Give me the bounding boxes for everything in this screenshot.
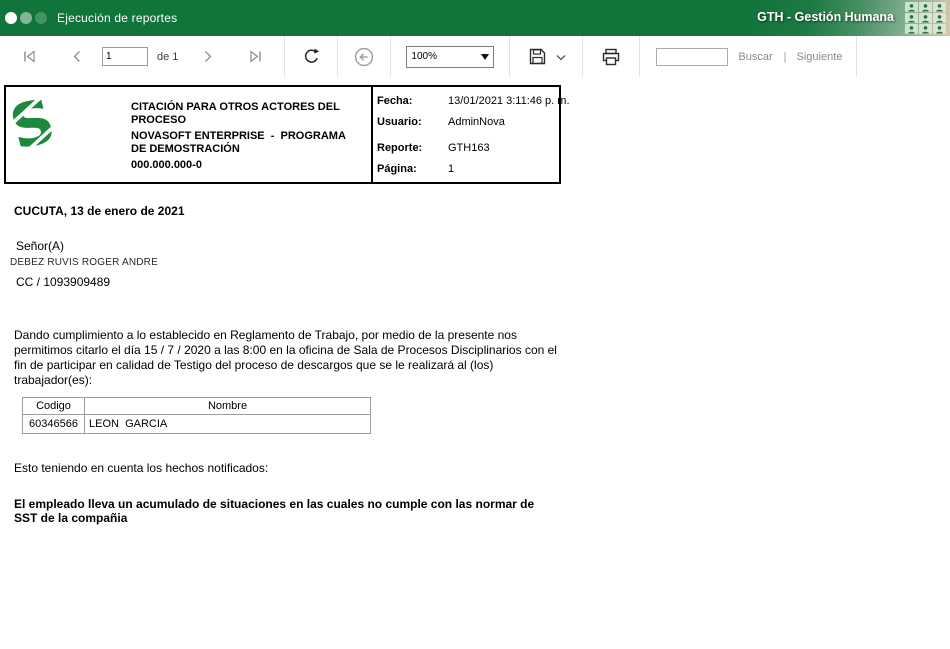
find-separator: | <box>783 50 787 63</box>
find-link[interactable]: Buscar <box>738 51 772 63</box>
person-icon <box>905 2 918 12</box>
chevron-right-icon <box>199 48 216 65</box>
person-icon <box>933 13 946 23</box>
report-viewer-window: Ejecución de reportes GTH - Gestión Huma… <box>0 0 950 649</box>
printer-icon <box>601 47 621 67</box>
first-page-icon <box>21 48 38 65</box>
city-date-line: CUCUTA, 13 de enero de 2021 <box>14 204 185 218</box>
person-icon <box>905 24 918 34</box>
company-name: NOVASOFT ENTERPRISE - PROGRAMA DE DEMOST… <box>131 130 349 155</box>
first-page-button[interactable] <box>14 48 44 65</box>
meta-value-pagina: 1 <box>448 163 455 175</box>
window-dot-icon[interactable] <box>35 12 47 24</box>
toolbar-separator <box>509 36 511 77</box>
chevron-left-icon <box>69 48 86 65</box>
toolbar-separator <box>582 36 584 77</box>
meta-value-usuario: AdminNova <box>448 116 505 128</box>
table-row: 60346566 LEON GARCIA <box>22 414 371 434</box>
people-tiles <box>905 2 946 34</box>
novasoft-logo-icon: S <box>10 95 56 157</box>
toolbar-separator <box>639 36 641 77</box>
person-icon <box>933 2 946 12</box>
refresh-button[interactable] <box>300 47 322 66</box>
export-menu-button[interactable] <box>554 51 568 63</box>
titlebar: Ejecución de reportes GTH - Gestión Huma… <box>0 0 950 36</box>
last-page-icon <box>247 48 264 65</box>
zoom-value: 100% <box>411 51 437 62</box>
person-icon <box>905 13 918 23</box>
cell-codigo: 60346566 <box>22 414 85 434</box>
note-bold: El empleado lleva un acumulado de situac… <box>14 497 535 525</box>
meta-label-fecha: Fecha: <box>377 95 413 107</box>
workers-table: Codigo Nombre 60346566 LEON GARCIA <box>22 397 371 434</box>
previous-page-button[interactable] <box>64 48 90 65</box>
meta-label-pagina: Página: <box>377 163 417 175</box>
refresh-icon <box>302 47 321 66</box>
recipient-id: CC / 1093909489 <box>16 275 111 289</box>
report-title-block: CITACIÓN PARA OTROS ACTORES DEL PROCESO … <box>131 101 359 172</box>
meta-value-reporte: GTH163 <box>448 142 490 154</box>
facts-line: Esto teniendo en cuenta los hechos notif… <box>14 461 269 475</box>
report-page: S CITACIÓN PARA OTROS ACTORES DEL PROCES… <box>0 77 950 649</box>
toolbar-separator <box>284 36 286 77</box>
window-controls <box>5 12 47 24</box>
toolbar-separator <box>856 36 858 77</box>
body-paragraph: Dando cumplimiento a lo establecido en R… <box>14 328 557 387</box>
find-next-link[interactable]: Siguiente <box>797 51 843 63</box>
last-page-button[interactable] <box>240 48 270 65</box>
column-header-codigo: Codigo <box>22 397 85 415</box>
person-icon <box>933 24 946 34</box>
save-icon <box>528 47 547 66</box>
chevron-down-icon <box>481 53 490 60</box>
meta-label-reporte: Reporte: <box>377 142 423 154</box>
company-id: 000.000.000-0 <box>131 159 202 171</box>
table-header-row: Codigo Nombre <box>22 397 371 415</box>
circled-arrow-left-icon <box>354 47 374 67</box>
page-number-input[interactable] <box>102 47 148 66</box>
search-input[interactable] <box>656 47 729 66</box>
window-title: Ejecución de reportes <box>57 11 178 25</box>
meta-value-fecha: 13/01/2021 3:11:46 p. m. <box>448 95 570 107</box>
print-button[interactable] <box>600 47 622 67</box>
window-dot-icon[interactable] <box>20 12 32 24</box>
person-icon <box>919 24 932 34</box>
report-header-box: S CITACIÓN PARA OTROS ACTORES DEL PROCES… <box>4 85 570 184</box>
toolbar-separator <box>337 36 339 77</box>
column-header-nombre: Nombre <box>84 397 371 415</box>
next-page-button[interactable] <box>194 48 220 65</box>
zoom-select[interactable]: 100% <box>406 45 495 68</box>
person-icon <box>919 2 932 12</box>
report-title: CITACIÓN PARA OTROS ACTORES DEL PROCESO <box>131 101 343 126</box>
export-button[interactable] <box>526 47 548 66</box>
toolbar-separator <box>390 36 392 77</box>
person-icon <box>919 13 932 23</box>
meta-label-usuario: Usuario: <box>377 116 422 128</box>
chevron-down-icon <box>555 51 567 63</box>
module-label: GTH - Gestión Humana <box>757 10 894 24</box>
page-count-label: de 1 <box>157 50 179 63</box>
header-divider <box>371 87 373 182</box>
salutation: Señor(A) <box>16 239 65 253</box>
recipient-name: DEBEZ RUVIS ROGER ANDRE <box>10 257 158 268</box>
back-to-parent-button[interactable] <box>353 47 375 67</box>
report-toolbar: de 1 100% Bus <box>0 36 950 78</box>
cell-nombre: LEON GARCIA <box>84 414 371 434</box>
window-dot-icon[interactable] <box>5 12 17 24</box>
